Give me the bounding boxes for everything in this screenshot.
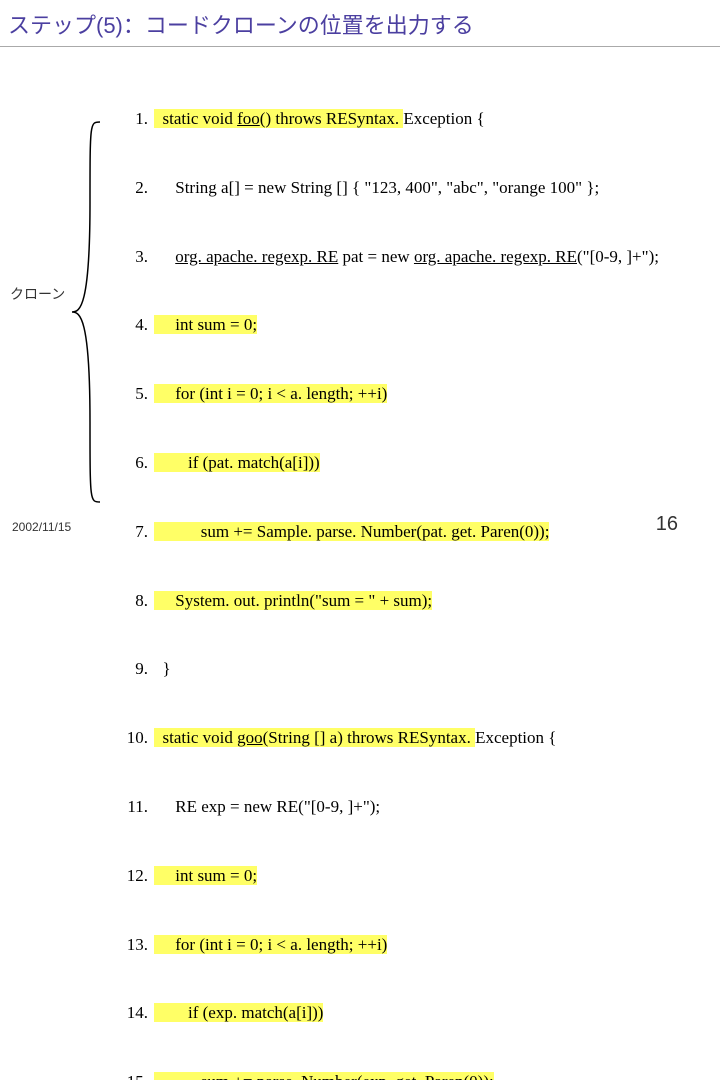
lineno: 4.: [120, 314, 148, 337]
footer-date: 2002/11/15: [12, 520, 71, 534]
clone-label: クローン: [10, 284, 65, 304]
code-block: 1. static void foo() throws RESyntax. Ex…: [120, 62, 696, 1080]
slide-title: ステップ(5)：コードクローンの位置を出力する: [0, 0, 720, 47]
lineno: 11.: [120, 796, 148, 819]
lineno: 14.: [120, 1002, 148, 1025]
footer: 2002/11/15 16: [12, 520, 708, 534]
lineno: 13.: [120, 934, 148, 957]
lineno: 1.: [120, 108, 148, 131]
clone-bracket: [70, 112, 110, 512]
lineno: 12.: [120, 865, 148, 888]
content-area: クローン 1. static void foo() throws RESynta…: [0, 52, 720, 512]
lineno: 9.: [120, 658, 148, 681]
lineno: 15.: [120, 1071, 148, 1080]
lineno: 3.: [120, 246, 148, 269]
lineno: 8.: [120, 590, 148, 613]
lineno: 10.: [120, 727, 148, 750]
lineno: 2.: [120, 177, 148, 200]
lineno: 5.: [120, 383, 148, 406]
lineno: 6.: [120, 452, 148, 475]
page-number: 16: [656, 513, 678, 536]
